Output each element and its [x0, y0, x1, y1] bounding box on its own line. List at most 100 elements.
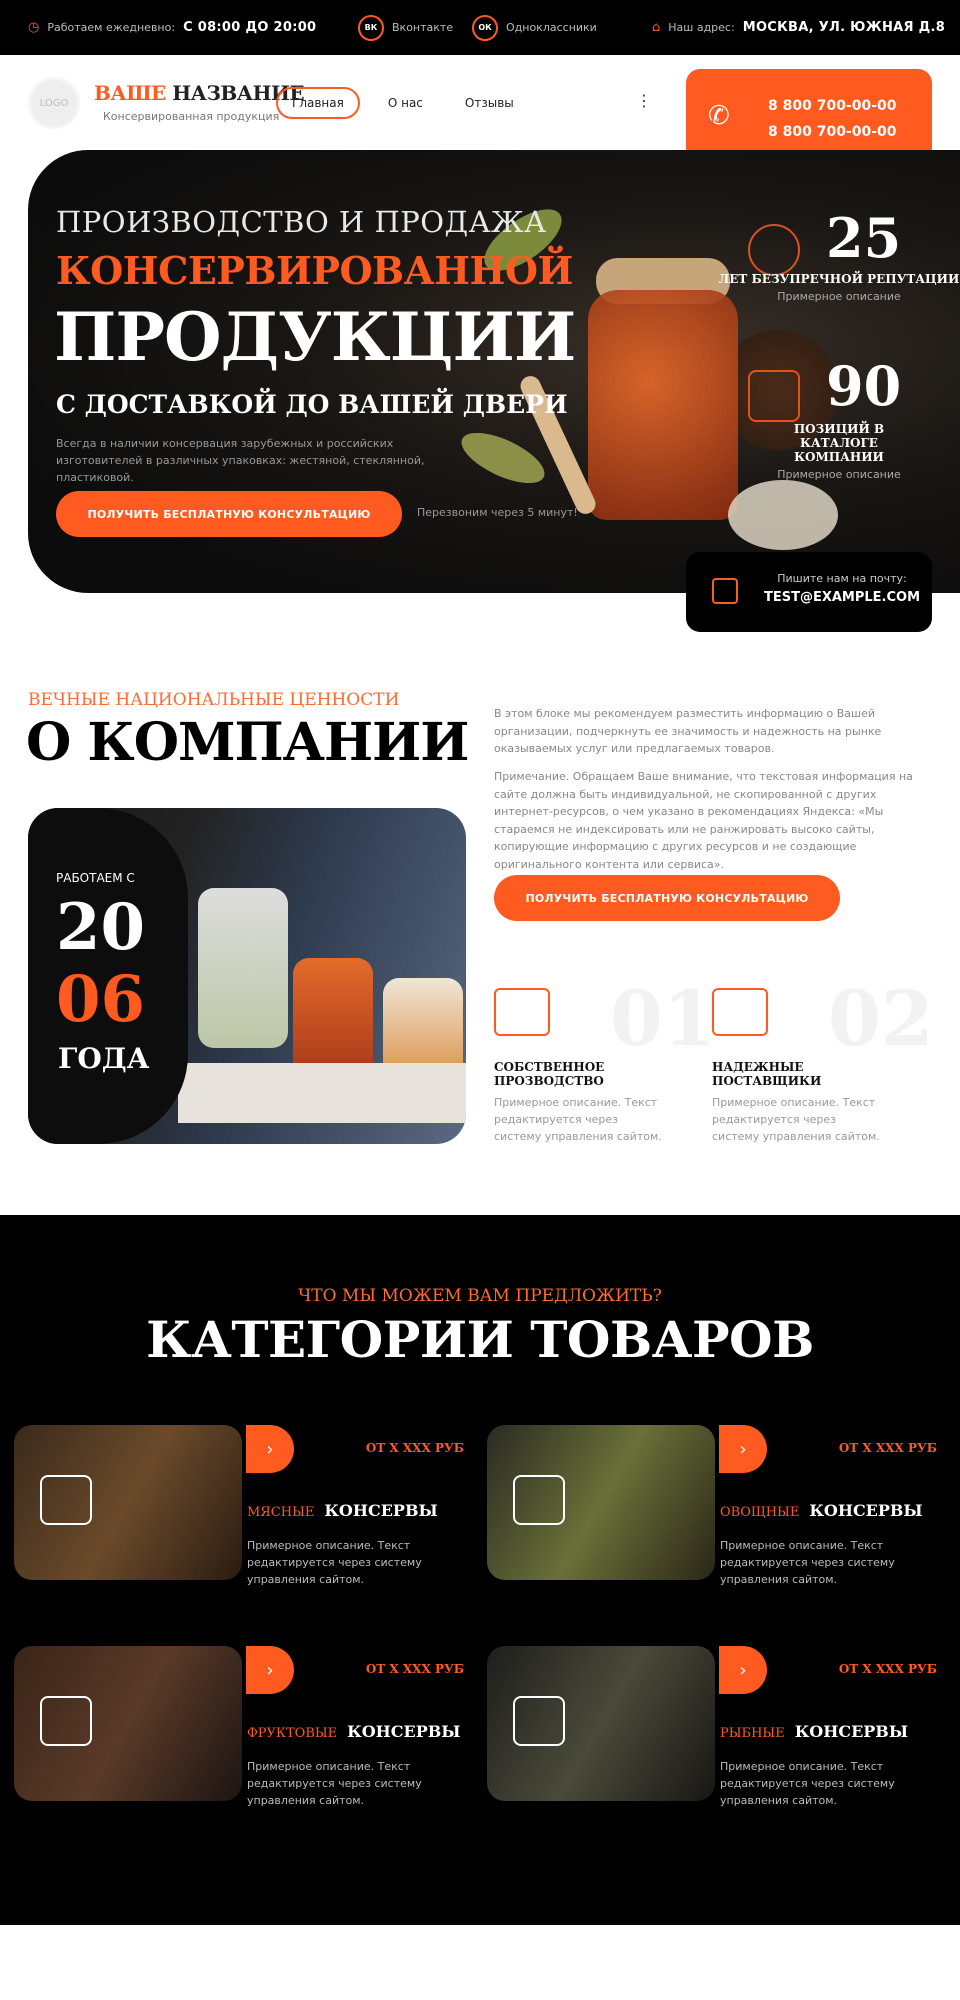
logo[interactable]: LOGO	[28, 77, 80, 129]
category-name-accent: ОВОЩНЫЕ	[720, 1505, 800, 1520]
feature-title: НАДЕЖНЫЕ ПОСТАВЩИКИ	[712, 1060, 822, 1088]
nav-reviews[interactable]: Отзывы	[451, 89, 528, 117]
hero-title-line1: ПРОИЗВОДСТВО И ПРОДАЖА	[56, 205, 547, 239]
phone-icon: ✆	[708, 101, 730, 131]
crate-icon	[712, 988, 768, 1036]
category-desc: Примерное описание. Текст редактируется …	[247, 1760, 422, 1807]
category-price: ОТ Х ХХХ РУБ	[365, 1662, 464, 1676]
category-name: МЯСНЫЕ КОНСЕРВЫ	[247, 1501, 438, 1520]
category-price: ОТ Х ХХХ РУБ	[838, 1662, 937, 1676]
category-desc: Примерное описание. Текст редактируется …	[720, 1760, 895, 1807]
main-nav: Главная О нас Отзывы	[276, 87, 528, 119]
about-consult-button[interactable]: ПОЛУЧИТЬ БЕСПЛАТНУЮ КОНСУЛЬТАЦИЮ	[494, 875, 840, 921]
feature-desc: Примерное описание. Текст редактируется …	[712, 1096, 880, 1143]
about-title: О КОМПАНИИ	[26, 712, 469, 773]
category-card-fruit[interactable]: › ОТ Х ХХХ РУБ ФРУКТОВЫЕ КОНСЕРВЫ Примерн…	[14, 1646, 464, 1816]
nav-about[interactable]: О нас	[374, 89, 437, 117]
phone-box[interactable]: ✆ 8 800 700-00-00 8 800 700-00-00	[686, 69, 932, 163]
since-year-part1: 20	[56, 890, 146, 965]
hero-consult-button[interactable]: ПОЛУЧИТЬ БЕСПЛАТНУЮ КОНСУЛЬТАЦИЮ	[56, 491, 402, 537]
ok-link[interactable]: ОК Одноклассники	[472, 0, 597, 55]
more-menu-icon[interactable]: ⋮	[636, 91, 652, 110]
category-desc: Примерное описание. Текст редактируется …	[720, 1539, 895, 1586]
hero-title-line2: КОНСЕРВИРОВАННОЙ	[56, 248, 573, 293]
email-box[interactable]: Пишите нам на почту: TEST@EXAMPLE.COM	[686, 552, 932, 632]
decor-jar	[198, 888, 288, 1048]
since-label: РАБОТАЕМ С	[56, 871, 135, 885]
category-name-main: КОНСЕРВЫ	[347, 1722, 461, 1741]
category-name: РЫБНЫЕ КОНСЕРВЫ	[720, 1722, 908, 1741]
map-icon: ⌂	[652, 20, 661, 35]
chevron-right-icon[interactable]: ›	[719, 1646, 767, 1694]
mail-icon	[712, 578, 738, 604]
ok-icon: ОК	[472, 14, 498, 41]
feature-number: 01	[610, 974, 716, 1063]
feature-suppliers: 02 НАДЕЖНЫЕ ПОСТАВЩИКИ Примерное описани…	[712, 974, 934, 1145]
decor-board	[178, 1063, 466, 1123]
top-bar: ◷ Работаем ежедневно: С 08:00 ДО 20:00 В…	[0, 0, 960, 55]
about-pretitle: ВЕЧНЫЕ НАЦИОНАЛЬНЫЕ ЦЕННОСТИ	[28, 690, 400, 710]
category-name-main: КОНСЕРВЫ	[809, 1501, 923, 1520]
vk-icon: ВК	[358, 14, 384, 41]
about-paragraph-2: Примечание. Обращаем Ваше внимание, что …	[494, 770, 913, 871]
category-name-accent: РЫБНЫЕ	[720, 1726, 785, 1741]
category-name-main: КОНСЕРВЫ	[324, 1501, 438, 1520]
email-value[interactable]: TEST@EXAMPLE.COM	[762, 590, 922, 605]
since-years-word: ГОДА	[58, 1042, 150, 1075]
feature-title: СОБСТВЕННОЕ ПРОЗВОДСТВО	[494, 1060, 605, 1088]
phone-number-2[interactable]: 8 800 700-00-00	[768, 119, 897, 145]
canned-vegetables-icon	[513, 1475, 565, 1525]
address-value: МОСКВА, УЛ. ЮЖНАЯ Д.8	[742, 20, 946, 35]
stat-catalog: 90 ПОЗИЦИЙ В КАТАЛОГЕ КОМПАНИИ Примерное…	[716, 354, 960, 481]
hours-label: Работаем ежедневно:	[47, 21, 176, 34]
canned-meat-icon	[40, 1475, 92, 1525]
jam-jar-icon	[40, 1696, 92, 1746]
email-label: Пишите нам на почту:	[777, 572, 907, 585]
canned-fish-icon	[513, 1696, 565, 1746]
address-label: Наш адрес:	[668, 21, 735, 34]
category-card-meat[interactable]: › ОТ Х ХХХ РУБ МЯСНЫЕ КОНСЕРВЫ Примерное …	[14, 1425, 464, 1595]
hero-title-line3: ПРОДУКЦИИ	[54, 298, 576, 376]
since-year-part2: 06	[56, 962, 146, 1037]
categories-pretitle: ЧТО МЫ МОЖЕМ ВАМ ПРЕДЛОЖИТЬ?	[298, 1286, 662, 1306]
category-name: ФРУКТОВЫЕ КОНСЕРВЫ	[247, 1722, 460, 1741]
clock-icon: ◷	[28, 20, 40, 35]
hours-value: С 08:00 ДО 20:00	[183, 20, 317, 35]
decor-jar	[293, 958, 373, 1078]
brand-subtitle: Консервированная продукция	[103, 110, 280, 123]
hero-title-line4: С ДОСТАВКОЙ ДО ВАШЕЙ ДВЕРИ	[56, 390, 568, 419]
category-name-main: КОНСЕРВЫ	[794, 1722, 909, 1741]
category-name-accent: ФРУКТОВЫЕ	[247, 1726, 338, 1741]
header: LOGO ВАШЕ НАЗВАНИЕ Консервированная прод…	[0, 55, 960, 163]
stat-number: 90	[826, 354, 902, 418]
chevron-right-icon[interactable]: ›	[246, 1425, 294, 1473]
phone-numbers: 8 800 700-00-00 8 800 700-00-00	[768, 93, 897, 145]
hero-description: Всегда в наличии консервация зарубежных …	[56, 437, 425, 484]
work-hours: ◷ Работаем ежедневно: С 08:00 ДО 20:00	[28, 0, 316, 55]
category-desc: Примерное описание. Текст редактируется …	[247, 1539, 422, 1586]
chevron-right-icon[interactable]: ›	[719, 1425, 767, 1473]
category-card-vegetable[interactable]: › ОТ Х ХХХ РУБ ОВОЩНЫЕ КОНСЕРВЫ Примерное…	[487, 1425, 937, 1595]
chevron-right-icon[interactable]: ›	[246, 1646, 294, 1694]
feature-number: 02	[828, 974, 934, 1063]
hero-callback-note: Перезвоним через 5 минут!	[417, 506, 578, 519]
phone-number-1[interactable]: 8 800 700-00-00	[768, 93, 897, 119]
next-section-peek	[0, 1925, 960, 2000]
address: ⌂ Наш адрес: МОСКВА, УЛ. ЮЖНАЯ Д.8	[652, 0, 945, 55]
categories-title: КАТЕГОРИИ ТОВАРОВ	[146, 1310, 814, 1369]
stat-reputation: 25 ЛЕТ БЕЗУПРЕЧНОЙ РЕПУТАЦИИ Примерное о…	[716, 206, 960, 303]
ok-label: Одноклассники	[506, 21, 597, 34]
category-price: ОТ Х ХХХ РУБ	[838, 1441, 937, 1455]
about-paragraph-1: В этом блоке мы рекомендуем разместить и…	[494, 707, 882, 755]
stat-title: ПОЗИЦИЙ В КАТАЛОГЕ КОМПАНИИ	[793, 422, 885, 464]
stat-title: ЛЕТ БЕЗУПРЕЧНОЙ РЕПУТАЦИИ	[718, 272, 960, 286]
decor-garlic	[728, 480, 838, 550]
category-card-fish[interactable]: › ОТ Х ХХХ РУБ РЫБНЫЕ КОНСЕРВЫ Примерное …	[487, 1646, 937, 1816]
nav-home[interactable]: Главная	[276, 87, 360, 119]
feature-production: 01 СОБСТВЕННОЕ ПРОЗВОДСТВО Примерное опи…	[494, 974, 716, 1145]
feature-desc: Примерное описание. Текст редактируется …	[494, 1096, 662, 1143]
stat-desc: Примерное описание	[777, 468, 901, 481]
brand-name[interactable]: ВАШЕ НАЗВАНИЕ	[94, 81, 305, 105]
stat-desc: Примерное описание	[777, 290, 901, 303]
vk-link[interactable]: ВК Вконтакте	[358, 0, 453, 55]
